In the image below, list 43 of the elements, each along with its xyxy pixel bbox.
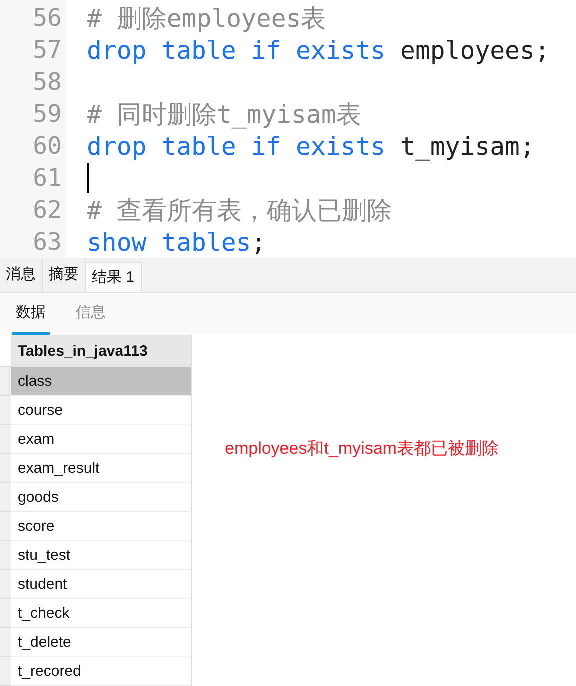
code-comment: # 删除employees表	[87, 2, 326, 34]
row-header[interactable]	[0, 657, 11, 686]
line-number: 61	[32, 164, 62, 192]
line-number: 63	[32, 228, 62, 256]
code-text: t_myisam;	[400, 132, 535, 160]
row-header[interactable]	[0, 425, 11, 454]
line-number: 59	[32, 100, 62, 128]
table-cell[interactable]: goods	[11, 483, 192, 512]
line-number: 60	[32, 132, 62, 160]
line-number: 56	[32, 4, 62, 32]
result-tab[interactable]: 结果 1	[86, 262, 142, 292]
line-number: 57	[32, 36, 62, 64]
sql-keyword: show tables	[87, 228, 252, 256]
row-header[interactable]	[0, 628, 11, 657]
text-caret	[87, 163, 89, 193]
table-cell[interactable]: class	[11, 367, 192, 396]
table-cell[interactable]: score	[11, 512, 192, 541]
table-cell[interactable]: t_check	[11, 599, 192, 628]
row-header[interactable]	[0, 483, 11, 512]
table-cell[interactable]: t_recored	[11, 657, 192, 686]
row-header[interactable]	[0, 454, 11, 483]
code-text: ;	[251, 228, 266, 256]
table-cell[interactable]: course	[11, 396, 192, 425]
row-header[interactable]	[0, 541, 11, 570]
sql-keyword: drop table if exists	[87, 132, 386, 160]
row-header[interactable]	[0, 570, 11, 599]
table-cell[interactable]: exam_result	[11, 454, 192, 483]
line-number: 58	[32, 68, 62, 96]
table-cell[interactable]: t_delete	[11, 628, 192, 657]
table-cell[interactable]: student	[11, 570, 192, 599]
code-comment: # 查看所有表，确认已删除	[87, 194, 392, 226]
row-header[interactable]	[0, 396, 11, 425]
line-number: 62	[32, 196, 62, 224]
row-header[interactable]	[0, 367, 11, 396]
code-text: employees;	[400, 36, 550, 64]
table-cell[interactable]: stu_test	[11, 541, 192, 570]
column-header[interactable]: Tables_in_java113	[11, 335, 192, 367]
table-cell[interactable]: exam	[11, 425, 192, 454]
annotation-text: employees和t_myisam表都已被删除	[225, 438, 499, 460]
sql-keyword: drop table if exists	[87, 36, 386, 64]
code-comment: # 同时删除t_myisam表	[87, 98, 362, 130]
row-header[interactable]	[0, 512, 11, 541]
row-header[interactable]	[0, 599, 11, 628]
